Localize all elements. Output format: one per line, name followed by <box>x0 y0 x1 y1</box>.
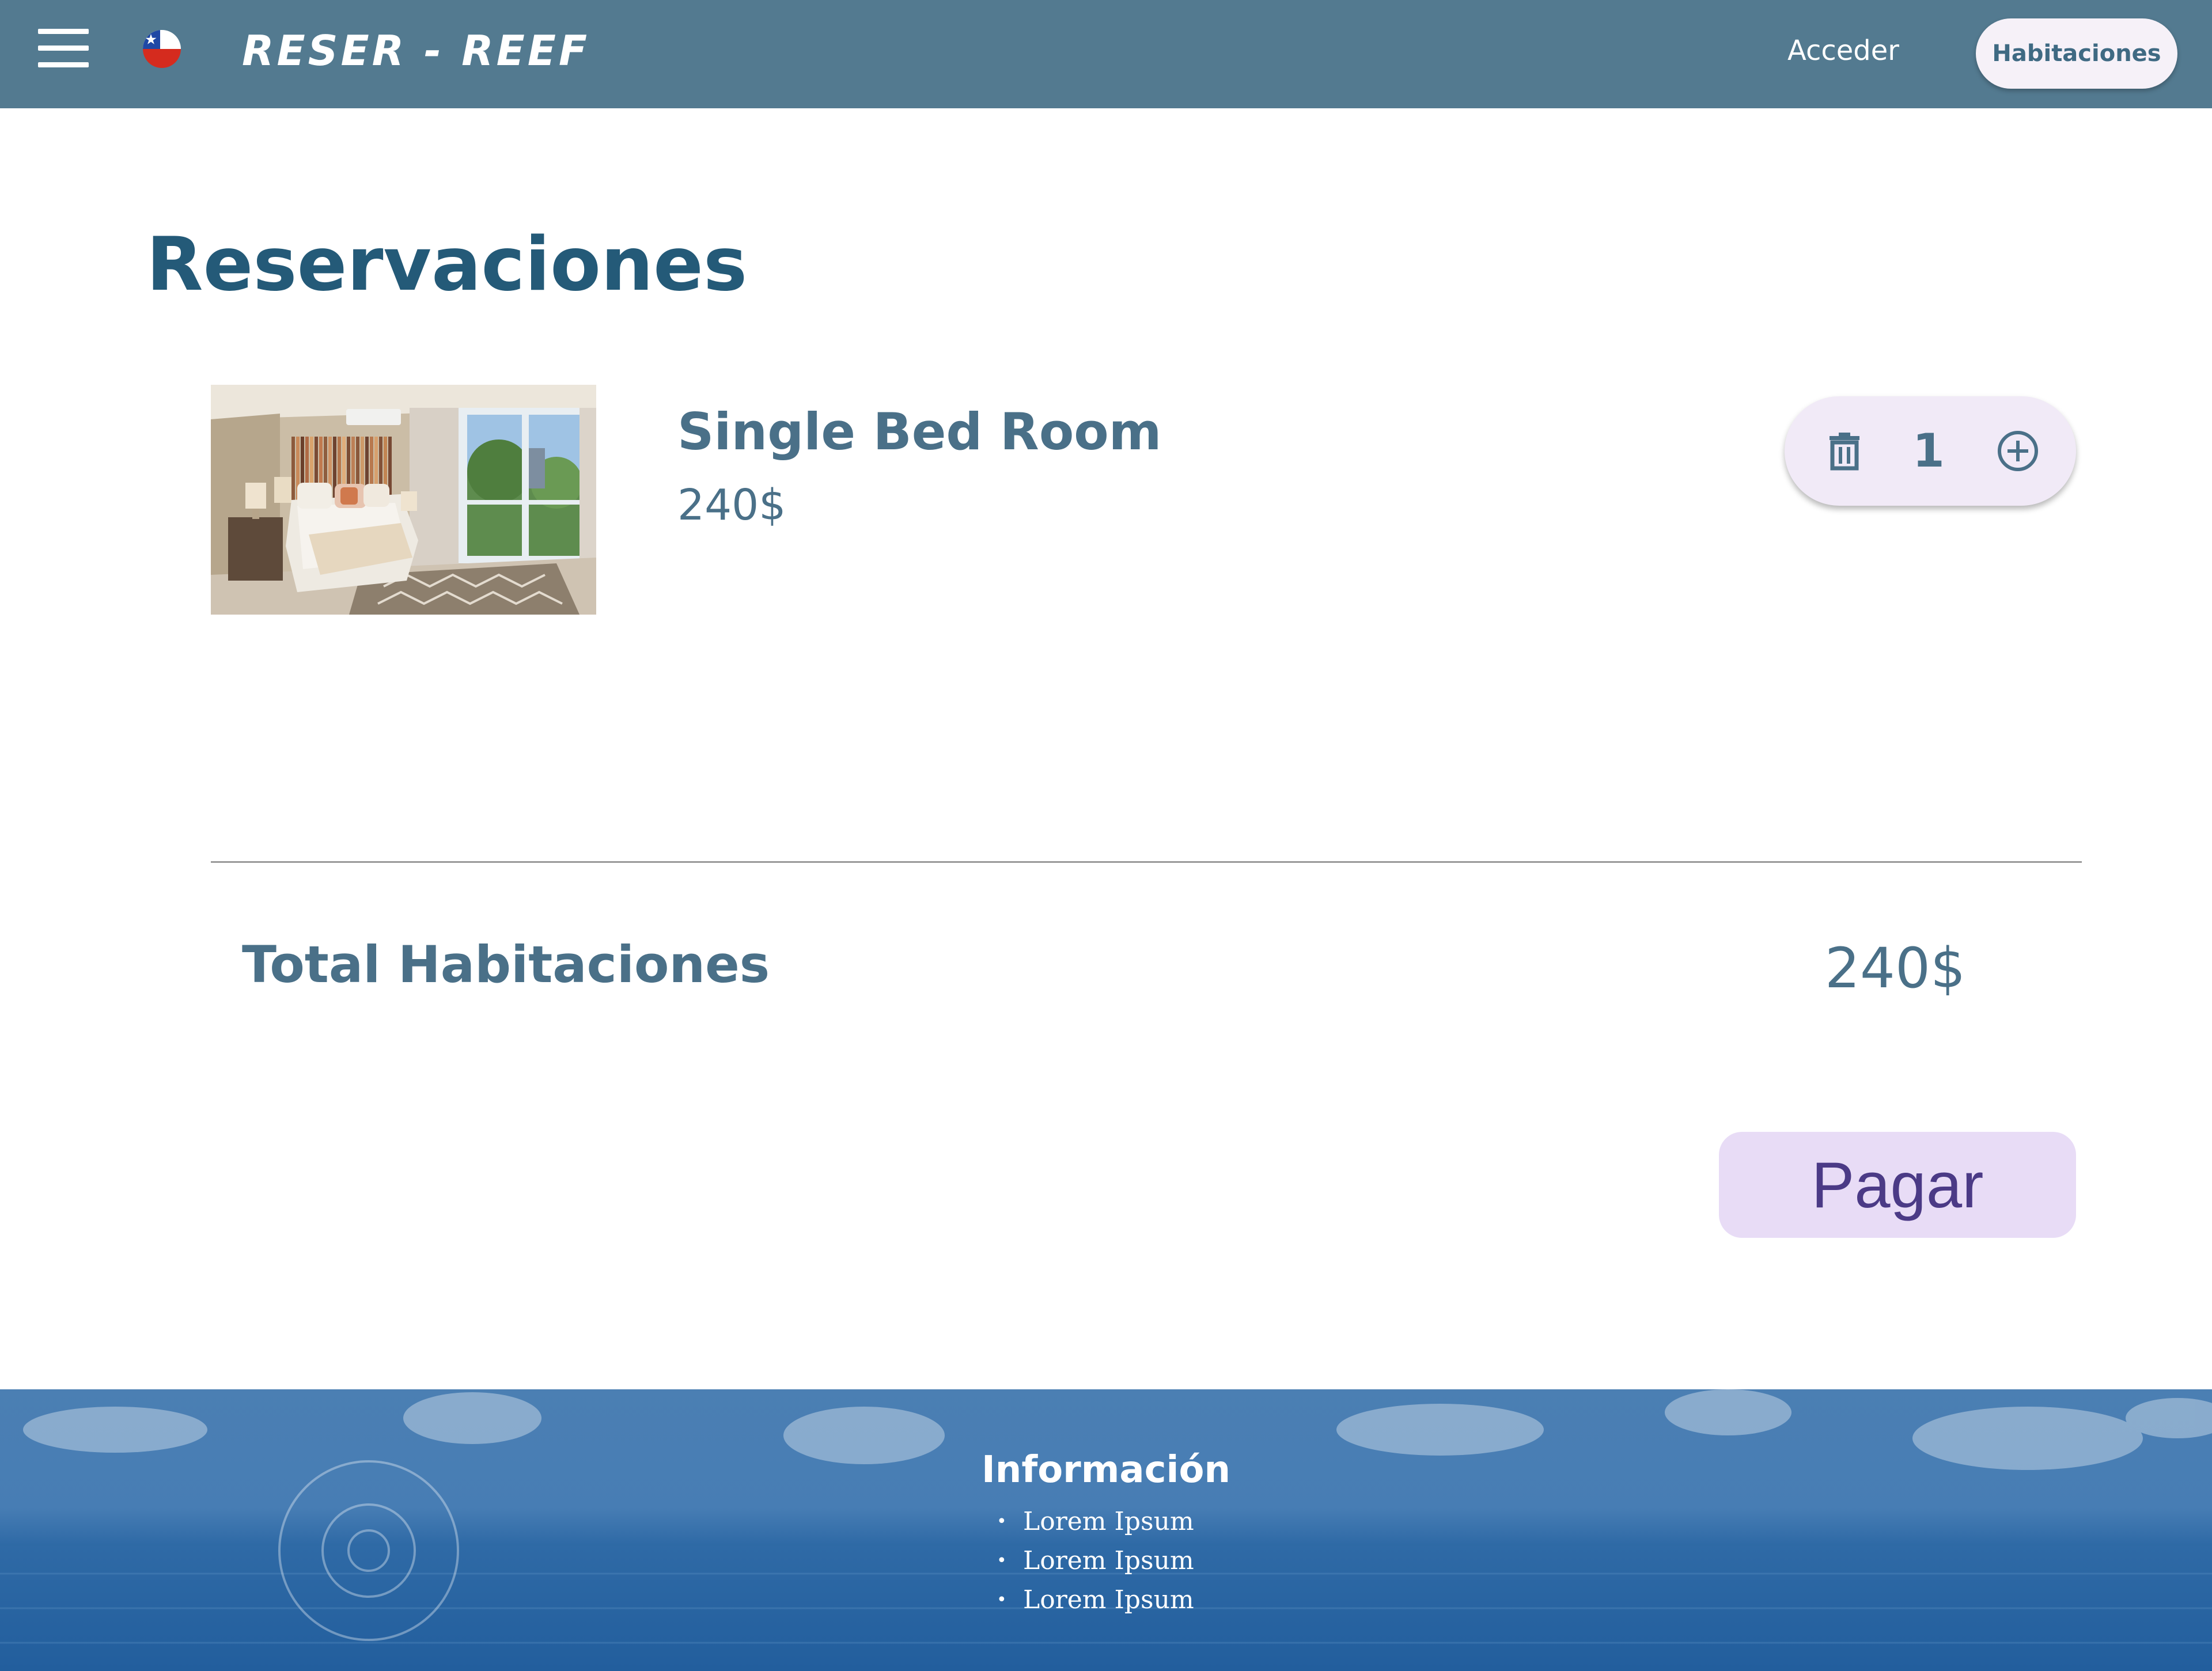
trash-icon[interactable] <box>1821 428 1868 474</box>
pay-button[interactable]: Pagar <box>1719 1132 2076 1238</box>
top-navbar: RESER - REEF Acceder Habitaciones <box>0 0 2212 108</box>
footer: Información • Lorem Ipsum • Lorem Ipsum • L… <box>0 1389 2212 1671</box>
list-item[interactable]: • Lorem Ipsum <box>997 1541 1194 1581</box>
room-photo <box>211 385 596 615</box>
room-name[interactable]: Single Bed Room <box>677 397 1161 467</box>
list-item-label[interactable]: Lorem Ipsum <box>1023 1507 1194 1536</box>
divider <box>211 861 2082 863</box>
brand-logo-text[interactable]: RESER - REEF <box>242 25 590 76</box>
list-item-label[interactable]: Lorem Ipsum <box>1023 1546 1194 1575</box>
footer-list: • Lorem Ipsum • Lorem Ipsum • Lorem Ipsum <box>997 1502 1194 1620</box>
list-item-label[interactable]: Lorem Ipsum <box>1023 1585 1194 1615</box>
page-title: Reservaciones <box>146 222 748 308</box>
plus-circle-icon[interactable] <box>1995 428 2041 474</box>
total-value: 240$ <box>1824 936 1966 1001</box>
hamburger-menu-icon[interactable] <box>38 29 89 67</box>
quantity-stepper: 1 <box>1785 396 2076 506</box>
footer-title: Información <box>981 1449 1231 1491</box>
room-price: 240$ <box>677 480 786 530</box>
chile-flag-icon[interactable] <box>142 29 182 69</box>
list-item[interactable]: • Lorem Ipsum <box>997 1581 1194 1620</box>
list-item[interactable]: • Lorem Ipsum <box>997 1502 1194 1541</box>
rooms-button[interactable]: Habitaciones <box>1976 18 2177 89</box>
quantity-value: 1 <box>1912 424 1945 478</box>
total-label: Total Habitaciones <box>242 935 770 994</box>
login-link[interactable]: Acceder <box>1774 29 1912 73</box>
